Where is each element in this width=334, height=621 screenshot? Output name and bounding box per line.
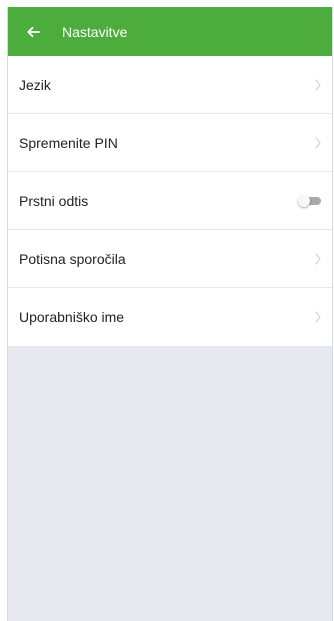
settings-item-label: Spremenite PIN [19,134,118,151]
settings-item-label: Uporabniško ime [19,309,125,325]
page-title: Nastavitve [62,23,128,40]
settings-list: Jezik Spremenite PIN Prstni odtis Potisn… [8,56,332,346]
settings-item-label: Prstni odtis [19,192,89,209]
back-button[interactable] [22,21,44,43]
settings-item-username[interactable]: Uporabniško ime [8,288,332,346]
chevron-right-icon [314,252,322,266]
app-bar: Nastavitve [8,7,332,56]
settings-item-label: Jezik [19,76,51,93]
settings-screen: Nastavitve Jezik Spremenite PIN Prstni o… [7,7,333,621]
toggle-thumb [298,194,310,207]
chevron-right-icon [314,310,322,324]
settings-item-fingerprint[interactable]: Prstni odtis [8,172,332,230]
arrow-left-icon [27,26,40,37]
settings-item-change-pin[interactable]: Spremenite PIN [8,114,332,172]
fingerprint-toggle[interactable] [298,194,322,207]
settings-item-language[interactable]: Jezik [8,56,332,114]
settings-item-label: Potisna sporočila [19,250,126,267]
settings-item-push-notifications[interactable]: Potisna sporočila [8,230,332,288]
chevron-right-icon [314,136,322,150]
chevron-right-icon [314,78,322,92]
